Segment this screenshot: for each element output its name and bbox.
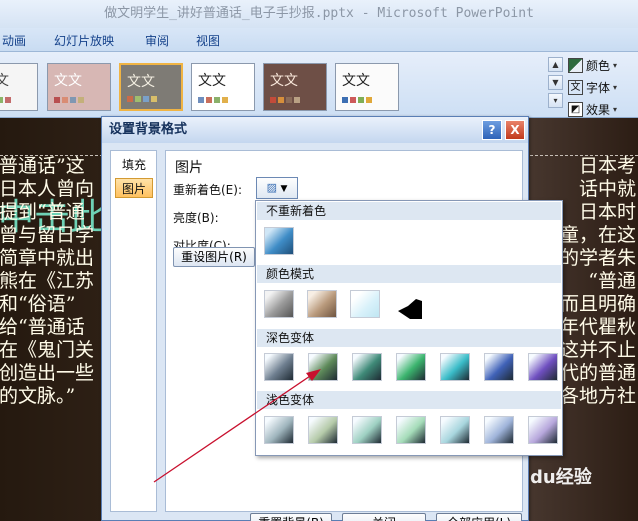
recolor-label: 重新着色(E): <box>173 183 242 197</box>
theme-sample-text: 文文 <box>342 73 370 89</box>
theme-color-swatch <box>366 97 372 103</box>
ribbon-design-group: 文文 文文 文文 文文 文文 文文 ▲ ▼ ▾ 颜色 ▾ 文 字体 ▾ ◩ 效果… <box>0 52 638 118</box>
theme-color-swatch <box>78 97 84 103</box>
theme-fonts-label: 字体 <box>586 80 611 95</box>
washout-option[interactable] <box>350 290 380 318</box>
chevron-down-icon: ▾ <box>613 104 618 114</box>
theme-color-swatch <box>70 97 76 103</box>
theme-color-swatch <box>206 97 212 103</box>
theme-sample-text: 文文 <box>198 73 226 89</box>
theme-color-swatch <box>214 97 220 103</box>
window-title: 做文明学生_讲好普通话_电子手抄报.pptx - Microsoft Power… <box>0 0 638 28</box>
reset-background-button[interactable]: 重置背景(B) <box>250 513 332 521</box>
theme-sample-text: 文文 <box>54 73 82 89</box>
theme-color-swatch <box>222 97 228 103</box>
theme-effects-label: 效果 <box>586 102 611 117</box>
recolor-variation-option[interactable] <box>440 416 470 444</box>
chevron-down-icon: ▾ <box>613 60 618 70</box>
theme-color-swatch <box>342 97 348 103</box>
theme-color-swatch <box>62 97 68 103</box>
theme-sample-text: 文文 <box>0 73 9 89</box>
theme-color-swatch <box>5 97 11 103</box>
theme-color-swatch <box>270 97 276 103</box>
black-white-icon <box>398 299 422 319</box>
recolor-variation-option[interactable] <box>396 353 426 381</box>
apply-all-button[interactable]: 全部应用(L) <box>436 513 522 521</box>
theme-thumb-5[interactable]: 文文 <box>263 63 327 111</box>
recolor-variation-option[interactable] <box>528 353 558 381</box>
effects-icon: ◩ <box>568 101 583 117</box>
gallery-scroll-up-icon[interactable]: ▲ <box>548 57 563 72</box>
reset-picture-button[interactable]: 重设图片(R) <box>173 247 255 267</box>
brightness-label: 亮度(B): <box>173 211 219 225</box>
tab-view[interactable]: 视图 <box>196 32 220 49</box>
theme-color-swatch <box>143 96 149 102</box>
tab-slideshow[interactable]: 幻灯片放映 <box>54 32 114 49</box>
theme-thumb-2[interactable]: 文文 <box>47 63 111 111</box>
gallery-scroll-down-icon[interactable]: ▼ <box>548 75 563 90</box>
recolor-icon: ▨ <box>266 181 277 194</box>
ribbon-tab-bar: 动画 幻灯片放映 审阅 视图 <box>0 28 638 52</box>
theme-color-swatch <box>294 97 300 103</box>
recolor-variation-option[interactable] <box>484 416 514 444</box>
recolor-dropdown-button[interactable]: ▨ ▼ <box>256 177 298 199</box>
theme-color-swatch <box>350 97 356 103</box>
theme-fonts-button[interactable]: 文 字体 ▾ <box>568 77 617 97</box>
close-button[interactable]: 关闭 <box>342 513 426 521</box>
chevron-down-icon: ▼ <box>280 184 288 194</box>
help-icon[interactable]: ? <box>482 120 502 140</box>
theme-colors-button[interactable]: 颜色 ▾ <box>568 55 617 75</box>
theme-color-swatch <box>151 96 157 102</box>
recolor-variation-option[interactable] <box>528 416 558 444</box>
annotation-arrow-icon <box>153 369 321 483</box>
theme-thumb-1[interactable]: 文文 <box>0 63 38 111</box>
theme-thumb-6[interactable]: 文文 <box>335 63 399 111</box>
theme-color-swatch <box>286 97 292 103</box>
theme-color-swatch <box>135 96 141 102</box>
theme-effects-button[interactable]: ◩ 效果 ▾ <box>568 99 617 119</box>
dark-variations-header: 深色变体 <box>257 329 561 347</box>
theme-color-swatch <box>278 97 284 103</box>
theme-color-swatch <box>127 96 133 102</box>
recolor-variation-option[interactable] <box>352 353 382 381</box>
theme-color-swatch <box>54 97 60 103</box>
tab-animations[interactable]: 动画 <box>2 32 26 49</box>
color-modes-header: 颜色模式 <box>257 265 561 283</box>
recolor-variation-option[interactable] <box>440 353 470 381</box>
no-recolor-header: 不重新着色 <box>257 202 561 220</box>
recolor-variation-option[interactable] <box>352 416 382 444</box>
theme-color-swatch <box>0 97 3 103</box>
tab-review[interactable]: 审阅 <box>145 32 169 49</box>
slide-text-line: 的文脉。” <box>0 385 76 407</box>
theme-sample-text: 文文 <box>127 74 155 90</box>
theme-thumb-4[interactable]: 文文 <box>191 63 255 111</box>
close-icon[interactable]: X <box>505 120 525 140</box>
chevron-down-icon: ▾ <box>613 82 618 92</box>
theme-colors-label: 颜色 <box>586 58 611 73</box>
nav-item-picture[interactable]: 图片 <box>115 178 153 198</box>
dialog-title: 设置背景格式 <box>102 117 528 143</box>
palette-icon <box>568 57 583 73</box>
theme-color-swatch <box>358 97 364 103</box>
black-white-option[interactable] <box>393 290 423 319</box>
grayscale-option[interactable] <box>264 290 294 318</box>
theme-sample-text: 文文 <box>270 73 298 89</box>
nav-item-fill[interactable]: 填充 <box>115 155 153 175</box>
theme-color-swatch <box>198 97 204 103</box>
theme-thumb-3[interactable]: 文文 <box>119 63 183 111</box>
section-title: 图片 <box>175 160 203 176</box>
recolor-variation-option[interactable] <box>396 416 426 444</box>
recolor-none-option[interactable] <box>264 227 294 255</box>
gallery-more-icon[interactable]: ▾ <box>548 93 563 108</box>
font-icon: 文 <box>568 79 583 95</box>
sepia-option[interactable] <box>307 290 337 318</box>
recolor-variation-option[interactable] <box>484 353 514 381</box>
